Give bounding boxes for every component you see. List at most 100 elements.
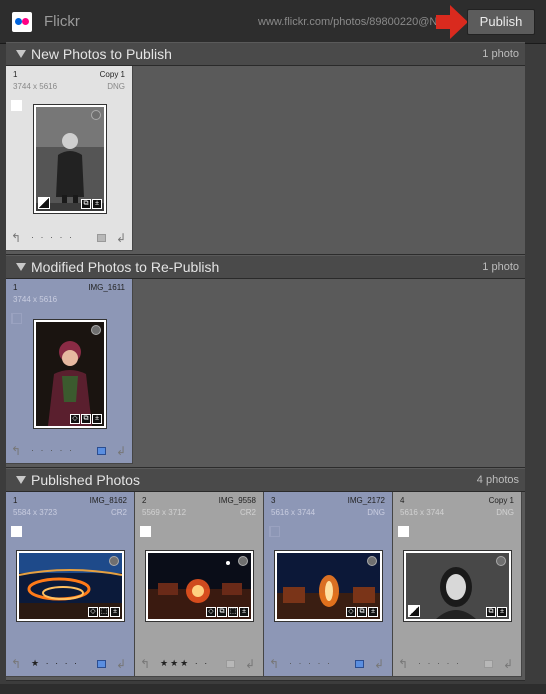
cell-footer: ↰ ★★★ · · ↲ [140,657,255,671]
photo-dimensions: 5616 x 3744 [400,508,445,517]
photo-filetype: DNG [367,508,385,517]
rotate-right-icon[interactable]: ↲ [503,657,513,671]
portrait-color-photo [36,322,104,426]
pick-flag-icon[interactable] [269,526,280,537]
keyword-icon: ◇ [346,607,356,617]
rotate-left-icon[interactable]: ↰ [11,657,21,671]
quick-collection-icon[interactable] [109,556,119,566]
star-rating[interactable]: ★★★ · · [160,658,209,669]
rotate-left-icon[interactable]: ↰ [11,444,21,458]
thumbnail-badges: ◇ ⧉ ± [346,607,378,617]
photo-filetype: DNG [107,82,125,91]
color-label[interactable] [226,660,235,668]
develop-adjusted-icon[interactable]: ± [497,607,507,617]
pick-flag-icon[interactable] [398,526,409,537]
thumbnail[interactable]: ◇ ⧉ ± [33,319,107,429]
develop-adjusted-icon[interactable]: ± [239,607,249,617]
develop-adjusted-icon[interactable]: ± [92,199,102,209]
quick-collection-icon[interactable] [496,556,506,566]
keyword-icon: ◇ [88,607,98,617]
cell-footer: ↰ · · · · · ↲ [269,657,384,671]
rotate-left-icon[interactable]: ↰ [269,657,279,671]
develop-adjusted-icon[interactable]: ± [110,607,120,617]
rotate-left-icon[interactable]: ↰ [398,657,408,671]
bottom-bar [0,684,546,694]
virtual-copy-icon: ⧉ [357,607,367,617]
photo-index: 2 [142,496,147,505]
original-badge-icon [408,605,420,617]
develop-adjusted-icon[interactable]: ± [92,414,102,424]
portrait-bw-photo [36,107,104,211]
color-label[interactable] [355,660,364,668]
color-label[interactable] [97,234,106,242]
section-title: Modified Photos to Re-Publish [31,259,220,275]
photo-filetype: DNG [496,508,514,517]
photo-index: 1 [13,70,18,79]
color-label[interactable] [97,447,106,455]
photo-filename: IMG_8162 [89,496,127,505]
color-label[interactable] [484,660,493,668]
star-rating[interactable]: ★ · · · · [31,658,79,669]
disclosure-triangle-icon[interactable] [16,50,26,58]
rotate-left-icon[interactable]: ↰ [11,231,21,245]
rotate-right-icon[interactable]: ↲ [374,657,384,671]
rotate-right-icon[interactable]: ↲ [116,231,126,245]
photo-cell[interactable]: 3 IMG_2172 5616 x 3744 DNG ◇ ⧉ ± ↰ · · ·… [264,492,393,677]
star-rating[interactable]: · · · · · [31,445,74,455]
quick-collection-icon[interactable] [91,110,101,120]
star-rating[interactable]: · · · · · [289,658,332,668]
thumbnail-badges: ◇ ⬚ ± [88,607,120,617]
thumbnail[interactable]: ◇ ⬚ ± [16,550,125,622]
section-count: 4 photos [476,474,519,486]
star-rating[interactable]: · · · · · [31,232,74,242]
virtual-copy-icon: ⧉ [81,199,91,209]
thumbnail[interactable]: ⧉ ± [33,104,107,214]
thumbnail[interactable]: ◇ ⧉ ± [274,550,383,622]
red-arrow-icon [436,5,468,39]
section-header-new[interactable]: New Photos to Publish 1 photo [6,42,525,66]
quick-collection-icon[interactable] [238,556,248,566]
pick-flag-icon[interactable] [11,100,22,111]
publish-button[interactable]: Publish [467,9,535,35]
photo-cell[interactable]: 4 Copy 1 5616 x 3744 DNG ⧉ ± ↰ · · · · · [393,492,522,677]
section-grid-published: 1 IMG_8162 5584 x 3723 CR2 ◇ ⬚ ± ↰ ★ · ·… [6,492,525,681]
photo-cell[interactable]: 2 IMG_9558 5569 x 3712 CR2 ◇ ⧉ ⬚ ± ↰ ★★★… [135,492,264,677]
thumbnail-badges: ◇ ⧉ ± [70,414,102,424]
photo-filetype: CR2 [110,508,127,517]
photo-index: 3 [271,496,276,505]
rotate-left-icon[interactable]: ↰ [140,657,150,671]
disclosure-triangle-icon[interactable] [16,476,26,484]
flickr-logo-icon [12,12,32,32]
photo-cell[interactable]: 1 IMG_1611 3744 x 5616 ◇ ⧉ ± ↰ · · · · · [6,279,133,464]
photo-index: 4 [400,496,405,505]
color-label[interactable] [97,660,106,668]
section-title: Published Photos [31,472,140,488]
quick-collection-icon[interactable] [91,325,101,335]
disclosure-triangle-icon[interactable] [16,263,26,271]
photo-cell[interactable]: 1 IMG_8162 5584 x 3723 CR2 ◇ ⬚ ± ↰ ★ · ·… [6,492,135,677]
crop-icon: ⬚ [228,607,238,617]
rotate-right-icon[interactable]: ↲ [245,657,255,671]
rotate-right-icon[interactable]: ↲ [116,657,126,671]
photo-cell[interactable]: 1 Copy 1 3744 x 5616 DNG ⧉ ± ↰ · · · · ·… [6,66,133,251]
pick-flag-icon[interactable] [11,313,22,324]
star-rating[interactable]: · · · · · [418,658,461,668]
cell-footer: ↰ ★ · · · · ↲ [11,657,126,671]
section-header-published[interactable]: Published Photos 4 photos [6,468,525,492]
top-bar: Flickr www.flickr.com/photos/89800220@N0… [0,0,546,44]
original-badge-icon [38,197,50,209]
thumbnail[interactable]: ⧉ ± [403,550,512,622]
photo-dimensions: 3744 x 5616 [13,295,58,304]
crop-icon: ⬚ [99,607,109,617]
photo-dimensions: 3744 x 5616 [13,82,58,91]
pick-flag-icon[interactable] [140,526,151,537]
collection-url[interactable]: www.flickr.com/photos/89800220@N06/ [258,16,438,30]
cell-footer: ↰ · · · · · ↲ [11,444,126,458]
cell-footer: ↰ · · · · · ↲ [398,657,513,671]
pick-flag-icon[interactable] [11,526,22,537]
section-header-modified[interactable]: Modified Photos to Re-Publish 1 photo [6,255,525,279]
quick-collection-icon[interactable] [367,556,377,566]
rotate-right-icon[interactable]: ↲ [116,444,126,458]
thumbnail[interactable]: ◇ ⧉ ⬚ ± [145,550,254,622]
develop-adjusted-icon[interactable]: ± [368,607,378,617]
